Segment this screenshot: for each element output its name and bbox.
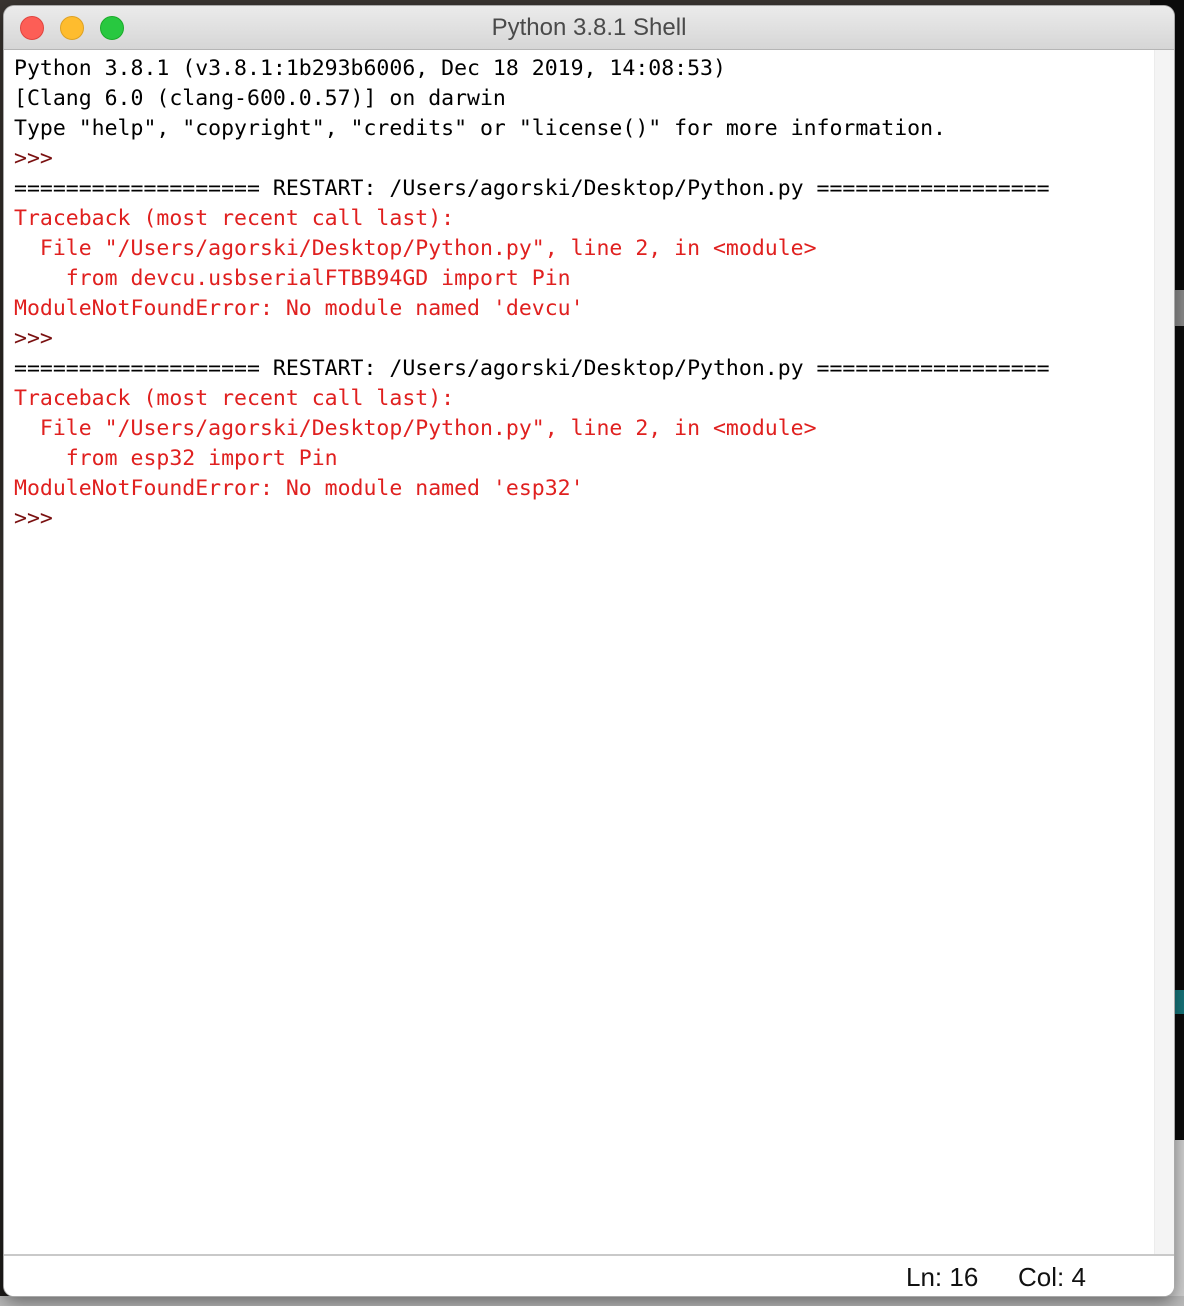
shell-error-line: ModuleNotFoundError: No module named 'es…: [14, 476, 584, 501]
line-number-indicator: Ln: 16: [906, 1262, 979, 1292]
desktop-bottom-strip: [0, 1296, 1184, 1306]
shell-output-line: =================== RESTART: /Users/agor…: [14, 176, 1050, 201]
shell-error-line: File "/Users/agorski/Desktop/Python.py",…: [14, 416, 817, 441]
status-bar: Ln: 16 Col: 4: [4, 1254, 1174, 1296]
shell-error-line: Traceback (most recent call last):: [14, 206, 455, 231]
shell-output-line: Type "help", "copyright", "credits" or "…: [14, 116, 946, 141]
shell-output-area[interactable]: Python 3.8.1 (v3.8.1:1b293b6006, Dec 18 …: [4, 50, 1154, 1254]
idle-shell-window: Python 3.8.1 Shell Python 3.8.1 (v3.8.1:…: [4, 6, 1174, 1296]
shell-prompt-line: >>>: [14, 146, 53, 171]
shell-output-line: =================== RESTART: /Users/agor…: [14, 356, 1050, 381]
window-title: Python 3.8.1 Shell: [491, 14, 687, 41]
shell-prompt-line: >>>: [14, 326, 53, 351]
shell-output-line: Python 3.8.1 (v3.8.1:1b293b6006, Dec 18 …: [14, 56, 726, 81]
shell-error-line: ModuleNotFoundError: No module named 'de…: [14, 296, 584, 321]
scrollbar[interactable]: [1154, 50, 1174, 1254]
shell-output-line: [Clang 6.0 (clang-600.0.57)] on darwin: [14, 86, 506, 111]
shell-prompt-line: >>>: [14, 506, 66, 531]
shell-error-line: File "/Users/agorski/Desktop/Python.py",…: [14, 236, 817, 261]
title-bar[interactable]: Python 3.8.1 Shell: [4, 6, 1174, 50]
column-number-indicator: Col: 4: [1018, 1262, 1086, 1292]
shell-error-line: from esp32 import Pin: [14, 446, 338, 471]
shell-error-line: from devcu.usbserialFTBB94GD import Pin: [14, 266, 571, 291]
shell-error-line: Traceback (most recent call last):: [14, 386, 455, 411]
